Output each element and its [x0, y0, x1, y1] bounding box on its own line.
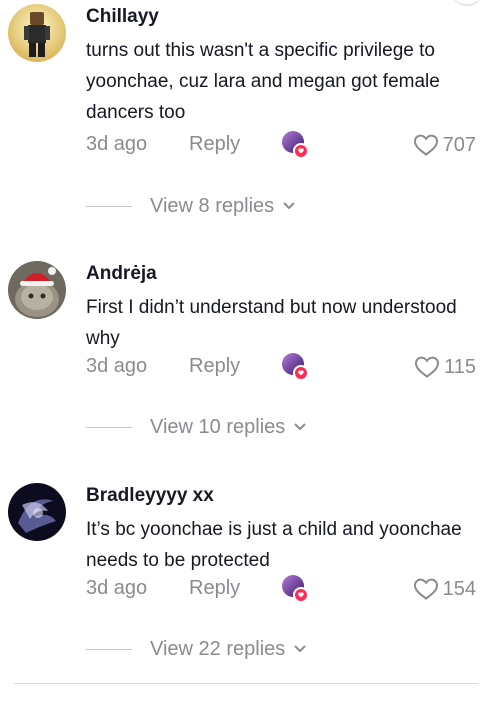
view-replies-button[interactable]: View 10 replies	[86, 413, 307, 441]
like-button[interactable]: 154	[413, 577, 476, 601]
view-replies-label: View 8 replies	[150, 194, 275, 217]
like-count: 154	[442, 577, 476, 600]
timestamp: 3d ago	[86, 577, 148, 599]
comment-meta: 3d ago Reply 115	[86, 352, 486, 382]
username[interactable]: Andrėja	[86, 263, 157, 285]
reply-button[interactable]: Reply	[189, 355, 240, 378]
like-button[interactable]: 115	[414, 355, 476, 379]
comment-item: Chillayy turns out this wasn't a specifi…	[0, 0, 492, 222]
comment-text: First I didn’t understand but now unders…	[86, 297, 457, 349]
view-replies-label: View 10 replies	[150, 415, 286, 438]
heart-icon	[413, 134, 438, 156]
creator-liked-icon	[281, 130, 309, 160]
timestamp: 3d ago	[86, 355, 148, 377]
comment-text: turns out this wasn't a specific privile…	[86, 40, 440, 123]
view-replies-button[interactable]: View 22 replies	[86, 635, 307, 663]
creator-liked-icon	[281, 574, 309, 604]
like-button[interactable]: 707	[413, 133, 476, 157]
comment-meta: 3d ago Reply 154	[86, 574, 486, 604]
comment-text: It’s bc yoonchae is just a child and yoo…	[86, 519, 462, 571]
timestamp: 3d ago	[86, 133, 148, 155]
comment-item: Andrėja First I didn’t understand but no…	[0, 257, 492, 479]
like-count: 115	[444, 355, 476, 378]
avatar[interactable]	[8, 483, 66, 541]
avatar[interactable]	[8, 4, 66, 62]
chevron-down-icon	[294, 645, 306, 653]
heart-icon	[415, 356, 440, 378]
divider	[86, 648, 132, 650]
divider	[14, 683, 478, 684]
reply-button[interactable]: Reply	[189, 577, 240, 600]
heart-icon	[413, 578, 438, 600]
reply-button[interactable]: Reply	[189, 133, 240, 156]
divider	[86, 205, 132, 207]
like-count: 707	[442, 133, 476, 156]
view-replies-button[interactable]: View 8 replies	[86, 192, 296, 220]
chevron-down-icon	[283, 202, 295, 210]
divider	[86, 426, 132, 428]
chevron-down-icon	[294, 423, 306, 431]
comment-item: Bradleyyyy xx It’s bc yoonchae is just a…	[0, 479, 492, 701]
username[interactable]: Bradleyyyy xx	[86, 485, 214, 507]
avatar[interactable]	[8, 261, 66, 319]
comment-meta: 3d ago Reply 707	[86, 130, 486, 160]
view-replies-label: View 22 replies	[150, 637, 286, 660]
creator-liked-icon	[281, 352, 309, 382]
username[interactable]: Chillayy	[86, 6, 159, 28]
